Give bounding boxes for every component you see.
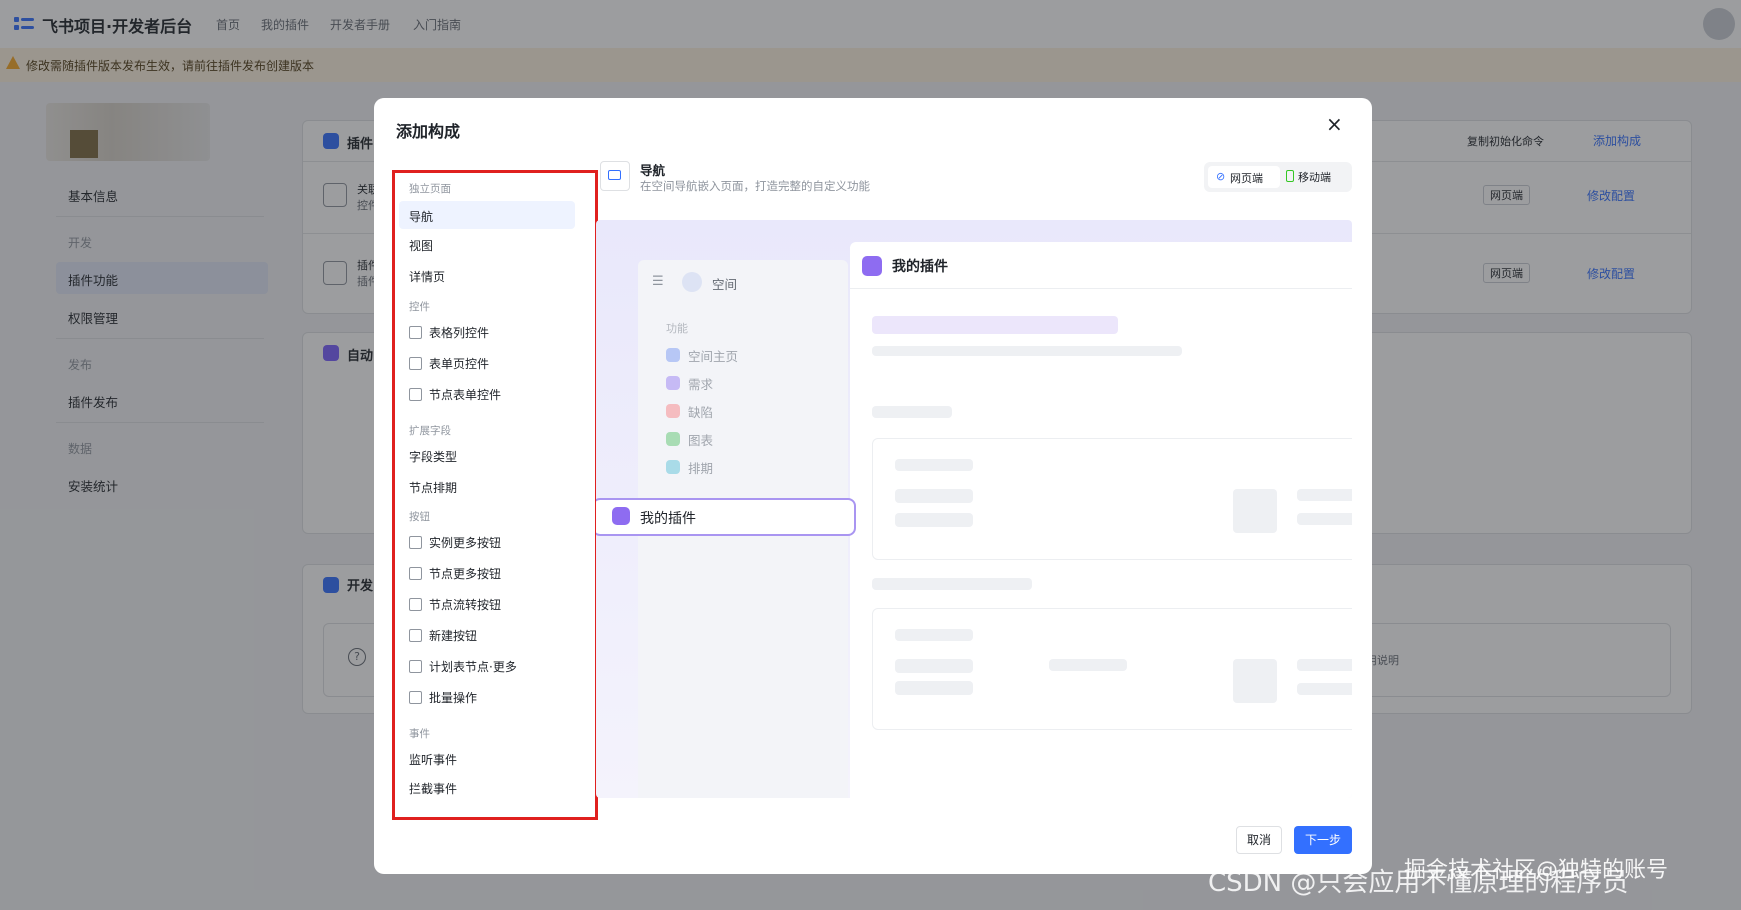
checkbox-batch-op[interactable] bbox=[409, 691, 422, 704]
group-ext-fields: 扩展字段 bbox=[409, 425, 451, 437]
chart-icon bbox=[666, 432, 680, 446]
checkbox-label: 节点表单控件 bbox=[429, 388, 502, 402]
preview-plugin-page: 我的插件 bbox=[850, 242, 1352, 798]
func-item-home: 空间主页 bbox=[688, 349, 739, 364]
checkbox-form-control[interactable] bbox=[409, 357, 422, 370]
platform-mobile-label: 移动端 bbox=[1298, 171, 1331, 184]
group-controls: 控件 bbox=[409, 301, 430, 313]
skeleton-bar bbox=[872, 316, 1118, 334]
close-icon[interactable]: × bbox=[1326, 114, 1343, 134]
skeleton-bar bbox=[1297, 659, 1352, 671]
selected-title: 导航 bbox=[640, 163, 666, 178]
skeleton-card bbox=[872, 608, 1352, 730]
checkbox-plan-node-more[interactable] bbox=[409, 660, 422, 673]
dialog-title: 添加构成 bbox=[396, 122, 461, 141]
checkbox-label: 表单页控件 bbox=[429, 357, 490, 371]
skeleton-block bbox=[1233, 489, 1277, 533]
checkbox-new-btn[interactable] bbox=[409, 629, 422, 642]
platform-web-label: 网页端 bbox=[1230, 172, 1263, 185]
platform-web-option[interactable]: ⊘ 网页端 bbox=[1208, 166, 1280, 188]
skeleton-bar bbox=[895, 681, 973, 695]
checkbox-label: 实例更多按钮 bbox=[429, 536, 502, 550]
skeleton-bar bbox=[872, 578, 1032, 590]
space-avatar bbox=[682, 272, 702, 292]
menu-collapse-icon: ☰ bbox=[652, 274, 664, 289]
plugin-icon bbox=[612, 507, 630, 525]
cancel-button[interactable]: 取消 bbox=[1236, 826, 1282, 854]
checkbox-label: 批量操作 bbox=[429, 691, 478, 705]
skeleton-bar bbox=[895, 459, 973, 471]
list-item-detail[interactable]: 详情页 bbox=[409, 268, 445, 285]
platform-mobile-option[interactable]: 移动端 bbox=[1286, 169, 1331, 185]
component-type-list[interactable]: 独立页面 导航 视图 详情页 控件 表格列控件 表单页控件 节点表单控件 扩展字… bbox=[392, 170, 598, 820]
func-header: 功能 bbox=[666, 322, 688, 335]
checkbox-node-flow-btn[interactable] bbox=[409, 598, 422, 611]
func-item-bug: 缺陷 bbox=[688, 405, 714, 420]
skeleton-bar bbox=[1297, 513, 1352, 525]
checkbox-label: 节点更多按钮 bbox=[429, 567, 502, 581]
space-label: 空间 bbox=[712, 277, 738, 292]
csdn-watermark: CSDN @只会应用不懂原理的程序员 bbox=[1208, 868, 1629, 898]
group-buttons: 按钮 bbox=[409, 511, 430, 523]
plugin-icon bbox=[862, 256, 882, 276]
list-item-view[interactable]: 视图 bbox=[409, 237, 433, 254]
preview-main-title: 我的插件 bbox=[892, 259, 948, 275]
bug-icon bbox=[666, 404, 680, 418]
group-standalone: 独立页面 bbox=[409, 183, 451, 195]
skeleton-bar bbox=[1049, 659, 1127, 671]
skeleton-bar bbox=[872, 406, 952, 418]
checkbox-label: 计划表节点·更多 bbox=[429, 660, 517, 674]
list-item-listen-event[interactable]: 监听事件 bbox=[409, 751, 457, 768]
list-item-node-schedule[interactable]: 节点排期 bbox=[409, 479, 457, 496]
next-button[interactable]: 下一步 bbox=[1294, 826, 1352, 854]
func-item-requirement: 需求 bbox=[688, 377, 714, 392]
preview-panel: ☰ 空间 功能 空间主页 需求 缺陷 图表 排期 我的插件 我的插件 bbox=[596, 220, 1352, 798]
skeleton-bar bbox=[895, 629, 973, 641]
preview-divider bbox=[850, 288, 1352, 289]
skeleton-bar bbox=[1297, 489, 1352, 501]
web-check-icon: ⊘ bbox=[1216, 170, 1226, 183]
skeleton-bar bbox=[895, 513, 973, 527]
list-item-label: 导航 bbox=[409, 210, 434, 224]
nav-component-icon bbox=[600, 161, 630, 191]
checkbox-instance-more-btn[interactable] bbox=[409, 536, 422, 549]
checkbox-node-more-btn[interactable] bbox=[409, 567, 422, 580]
skeleton-block bbox=[1233, 659, 1277, 703]
space-home-icon bbox=[666, 348, 680, 362]
my-plugin-nav-item: 我的插件 bbox=[596, 498, 856, 536]
func-item-schedule: 排期 bbox=[688, 461, 714, 476]
func-item-chart: 图表 bbox=[688, 433, 714, 448]
group-events: 事件 bbox=[409, 728, 430, 740]
skeleton-card bbox=[872, 438, 1352, 560]
skeleton-bar bbox=[1297, 683, 1352, 695]
list-item-intercept-event[interactable]: 拦截事件 bbox=[409, 780, 457, 797]
selected-description: 在空间导航嵌入页面，打造完整的自定义功能 bbox=[640, 179, 870, 193]
skeleton-bar bbox=[872, 346, 1182, 356]
requirement-icon bbox=[666, 376, 680, 390]
my-plugin-label: 我的插件 bbox=[640, 511, 696, 527]
checkbox-label: 新建按钮 bbox=[429, 629, 478, 643]
mobile-icon bbox=[1286, 170, 1294, 182]
skeleton-bar bbox=[895, 489, 973, 503]
checkbox-table-col-control[interactable] bbox=[409, 326, 422, 339]
add-component-dialog: 添加构成 × 独立页面 导航 视图 详情页 控件 表格列控件 表单页控件 节点表… bbox=[374, 98, 1372, 874]
checkbox-node-form-control[interactable] bbox=[409, 388, 422, 401]
checkbox-label: 节点流转按钮 bbox=[429, 598, 502, 612]
checkbox-label: 表格列控件 bbox=[429, 326, 490, 340]
schedule-icon bbox=[666, 460, 680, 474]
list-item-nav[interactable]: 导航 bbox=[399, 201, 575, 229]
list-item-field-type[interactable]: 字段类型 bbox=[409, 448, 457, 465]
skeleton-bar bbox=[895, 659, 973, 673]
